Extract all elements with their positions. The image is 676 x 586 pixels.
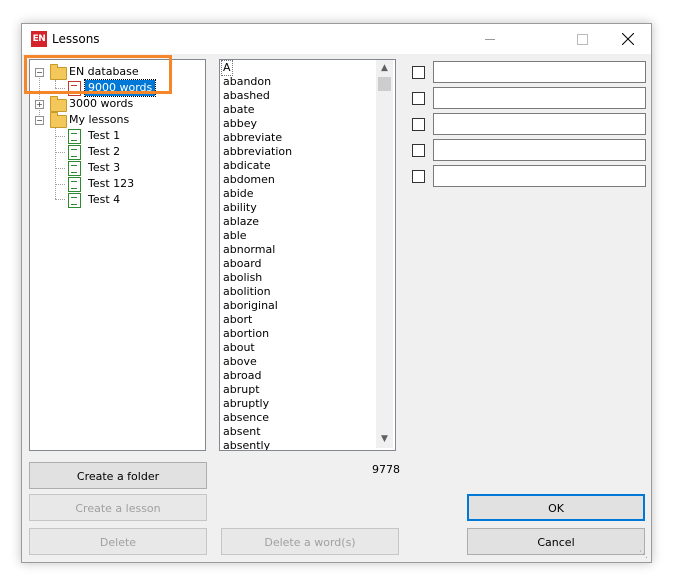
word-list-item[interactable]: abbreviation xyxy=(223,145,292,159)
word-list-item[interactable]: aboard xyxy=(223,257,262,271)
lessons-dialog: EN Lessons − EN database 9000 words + 30… xyxy=(21,23,652,563)
lesson-icon xyxy=(68,161,81,176)
tree-node-label: Test 3 xyxy=(88,161,121,174)
word-list-item[interactable]: abdicate xyxy=(223,159,271,173)
cancel-button[interactable]: Cancel xyxy=(467,528,645,555)
collapse-icon[interactable]: − xyxy=(35,116,44,125)
maximize-button[interactable] xyxy=(559,24,605,54)
word-list-item[interactable]: able xyxy=(223,229,247,243)
word-list-item[interactable]: abruptly xyxy=(223,397,269,411)
tree-node-label: Test 4 xyxy=(88,193,121,206)
create-folder-button[interactable]: Create a folder xyxy=(29,462,207,489)
scroll-down-icon[interactable]: ▼ xyxy=(376,431,393,448)
word-list-item[interactable]: aboriginal xyxy=(223,299,278,313)
word-list-item[interactable]: above xyxy=(223,355,257,369)
tree-node-label: Test 2 xyxy=(88,145,121,158)
word-list-item[interactable]: abnormal xyxy=(223,243,275,257)
translation-field-2[interactable] xyxy=(433,87,646,109)
row-checkbox-1[interactable] xyxy=(412,66,425,79)
lesson-icon xyxy=(68,193,81,208)
close-icon xyxy=(622,33,634,45)
word-list-item[interactable]: abide xyxy=(223,187,254,201)
folder-icon xyxy=(50,112,67,128)
word-list-item[interactable]: abandon xyxy=(223,75,271,89)
word-list-item[interactable]: about xyxy=(223,341,255,355)
lesson-tree[interactable]: − EN database 9000 words + 3000 words − … xyxy=(29,59,206,451)
row-checkbox-4[interactable] xyxy=(412,144,425,157)
word-list-item[interactable]: ability xyxy=(223,201,257,215)
word-list-item[interactable]: abbreviate xyxy=(223,131,282,145)
tree-node-test-123[interactable]: Test 123 xyxy=(30,176,200,192)
word-list-item[interactable]: abolish xyxy=(223,271,262,285)
word-list-item[interactable]: abroad xyxy=(223,369,261,383)
word-list-item[interactable]: abashed xyxy=(223,89,270,103)
tree-node-label: Test 1 xyxy=(88,129,121,142)
annotation-highlight xyxy=(24,55,172,94)
tree-node-label: 3000 words xyxy=(69,97,134,110)
scroll-thumb[interactable] xyxy=(378,77,391,91)
tree-node-test-4[interactable]: Test 4 xyxy=(30,192,200,208)
lesson-icon xyxy=(68,177,81,192)
expand-icon[interactable]: + xyxy=(35,100,44,109)
translation-field-3[interactable] xyxy=(433,113,646,135)
word-list-item[interactable]: abort xyxy=(223,313,252,327)
word-list-item[interactable]: abbey xyxy=(223,117,257,131)
scroll-up-icon[interactable]: ▲ xyxy=(376,60,393,77)
word-list[interactable]: Aabandon abashed abate abbey abbreviate abbre… xyxy=(219,59,396,451)
folder-icon xyxy=(50,96,67,112)
delete-word-button[interactable]: Delete a word(s) xyxy=(221,528,399,555)
translation-field-4[interactable] xyxy=(433,139,646,161)
tree-node-label: Test 123 xyxy=(88,177,135,190)
word-list-item[interactable]: abate xyxy=(223,103,255,117)
close-button[interactable] xyxy=(605,24,651,54)
translation-field-5[interactable] xyxy=(433,165,646,187)
word-list-item[interactable]: absence xyxy=(223,411,269,425)
app-logo-icon: EN xyxy=(31,31,47,47)
ok-button[interactable]: OK xyxy=(467,494,645,521)
minimize-button[interactable] xyxy=(467,24,513,54)
delete-button[interactable]: Delete xyxy=(29,528,207,555)
word-count: 9778 xyxy=(372,463,400,476)
row-checkbox-3[interactable] xyxy=(412,118,425,131)
word-list-item[interactable]: absently xyxy=(223,439,270,450)
lesson-icon xyxy=(68,145,81,160)
window-title: Lessons xyxy=(52,32,100,46)
resize-grip-icon[interactable]: ⋱ xyxy=(639,550,649,560)
word-list-item[interactable]: absent xyxy=(223,425,261,439)
word-list-item[interactable]: abolition xyxy=(223,285,271,299)
translation-field-1[interactable] xyxy=(433,61,646,83)
word-list-item[interactable]: abortion xyxy=(223,327,269,341)
tree-node-3000-words[interactable]: + 3000 words xyxy=(30,96,200,112)
tree-node-test-1[interactable]: Test 1 xyxy=(30,128,200,144)
word-list-scrollbar[interactable]: ▲ ▼ xyxy=(376,60,393,448)
word-list-item[interactable]: abdomen xyxy=(223,173,275,187)
row-checkbox-5[interactable] xyxy=(412,170,425,183)
tree-node-my-lessons[interactable]: − My lessons xyxy=(30,112,200,128)
lesson-icon xyxy=(68,129,81,144)
word-list-item[interactable]: abrupt xyxy=(223,383,260,397)
row-checkbox-2[interactable] xyxy=(412,92,425,105)
word-list-item[interactable]: ablaze xyxy=(223,215,259,229)
tree-node-test-2[interactable]: Test 2 xyxy=(30,144,200,160)
create-lesson-button[interactable]: Create a lesson xyxy=(29,494,207,521)
tree-node-label: My lessons xyxy=(69,113,130,126)
tree-node-test-3[interactable]: Test 3 xyxy=(30,160,200,176)
word-list-item[interactable]: A xyxy=(221,60,233,76)
title-bar: EN Lessons xyxy=(22,24,651,54)
